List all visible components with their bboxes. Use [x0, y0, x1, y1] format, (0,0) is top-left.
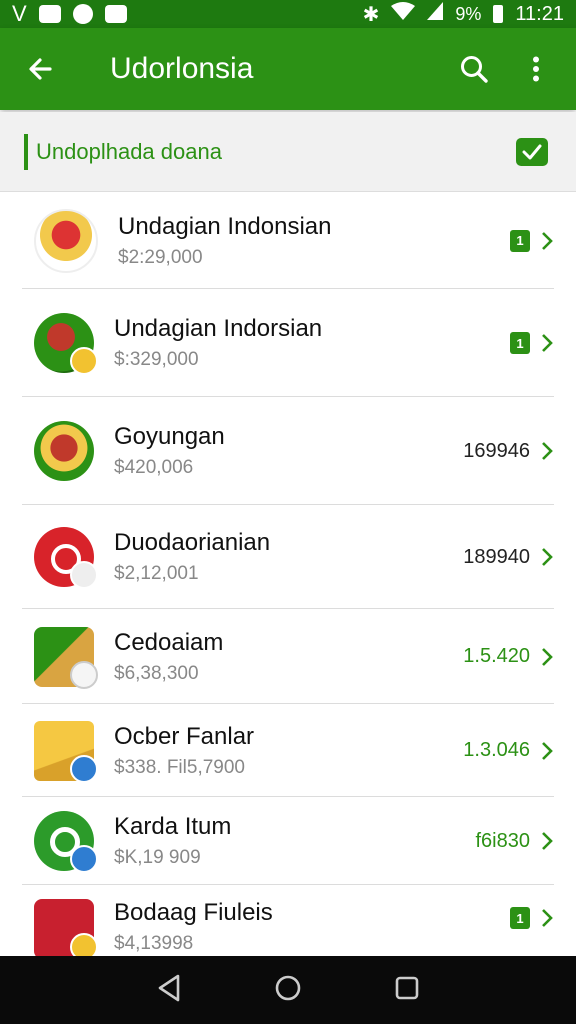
more-vert-icon[interactable] [514, 47, 558, 91]
status-carrier-letter: V [12, 1, 27, 26]
notification-icon [38, 5, 61, 23]
item-value: 1.5.420 [463, 645, 530, 667]
item-avatar [34, 208, 98, 273]
item-name: Undagian Indorsian [114, 315, 323, 342]
list-item[interactable]: Undagian Indorsian $:329,000 1 [0, 289, 576, 397]
item-name: Ocber Fanlar [114, 722, 255, 750]
item-value: 169946 [463, 439, 530, 462]
nav-recents-icon[interactable] [394, 975, 420, 1006]
item-amount: $338. Fil5,7900 [114, 756, 245, 778]
search-icon[interactable] [452, 47, 496, 91]
chevron-right-icon[interactable] [540, 547, 554, 567]
item-value: f6i830 [475, 829, 531, 852]
status-left: V [12, 1, 127, 27]
plane-badge-icon [70, 754, 98, 783]
arrow-badge-icon [70, 845, 98, 873]
share-badge-icon [70, 660, 98, 689]
chevron-right-icon[interactable] [540, 647, 554, 667]
notification-icon-2 [72, 4, 93, 24]
item-name: Cedoaiam [114, 628, 224, 656]
item-value: 1.3.046 [463, 739, 530, 761]
item-amount: $:329,000 [114, 349, 199, 370]
item-badge: 1 [510, 907, 530, 929]
item-name: Undagian Indonsian [118, 212, 332, 240]
item-amount: $2,12,001 [114, 563, 199, 584]
chevron-right-icon[interactable] [540, 831, 554, 851]
item-amount: $K,19 909 [114, 847, 201, 868]
app-bar: Udorlonsia [0, 28, 576, 110]
clock: 11:21 [515, 2, 564, 25]
notification-icon-3 [104, 5, 127, 23]
item-amount: $2:29,000 [118, 246, 203, 268]
system-nav-bar [0, 956, 576, 1024]
wifi-icon [391, 2, 416, 26]
item-amount: $6,38,300 [114, 662, 199, 684]
item-avatar [34, 626, 98, 689]
list-item[interactable]: Undagian Indonsian $2:29,000 1 [0, 192, 576, 289]
item-amount: $420,006 [114, 457, 194, 478]
battery-text: 9% [455, 3, 482, 24]
status-bar: V ✱ 9% 11:21 [0, 0, 576, 28]
chevron-right-icon[interactable] [540, 333, 554, 353]
nav-back-icon[interactable] [156, 974, 182, 1007]
chevron-right-icon[interactable] [540, 908, 554, 928]
list-item[interactable]: Bodaag Fiuleis $4,13998 1 [0, 885, 576, 965]
chevron-right-icon[interactable] [540, 441, 554, 461]
item-avatar [34, 527, 98, 589]
item-value: 189940 [463, 545, 530, 568]
item-avatar [34, 720, 98, 783]
item-avatar [34, 421, 94, 481]
back-arrow-icon[interactable] [18, 47, 62, 91]
item-amount: $4,13998 [114, 933, 194, 954]
item-name: Bodaag Fiuleis [114, 899, 273, 926]
item-name: Goyungan [114, 423, 225, 450]
status-right: ✱ 9% 11:21 [363, 2, 564, 27]
item-avatar [34, 899, 98, 961]
face-badge-icon [70, 561, 98, 589]
page-title: Udorlonsia [110, 52, 254, 85]
filter-header: Undoplhada doana [0, 112, 576, 192]
signal-icon [427, 2, 444, 26]
chevron-right-icon[interactable] [540, 231, 554, 251]
list-item[interactable]: Duodaorianian $2,12,001 189940 [0, 505, 576, 609]
checkbox-checked-icon[interactable] [516, 137, 548, 166]
item-list: Undagian Indonsian $2:29,000 1 Undagian … [0, 192, 576, 965]
list-item[interactable]: Ocber Fanlar $338. Fil5,7900 1.3.046 [0, 704, 576, 797]
list-item[interactable]: Cedoaiam $6,38,300 1.5.420 [0, 609, 576, 704]
item-avatar [34, 811, 98, 873]
item-avatar [34, 313, 98, 375]
item-badge: 1 [510, 229, 530, 252]
bluetooth-icon: ✱ [362, 3, 380, 26]
nav-home-icon[interactable] [274, 974, 302, 1007]
item-badge: 1 [510, 332, 530, 354]
list-item[interactable]: Karda Itum $K,19 909 f6i830 [0, 797, 576, 885]
accent-bar [24, 133, 28, 170]
filter-label: Undoplhada doana [36, 138, 222, 164]
item-name: Duodaorianian [114, 529, 271, 556]
battery-icon [493, 5, 504, 23]
coin-badge-icon [70, 347, 98, 375]
chevron-right-icon[interactable] [540, 741, 554, 761]
item-name: Karda Itum [114, 813, 232, 840]
list-item[interactable]: Goyungan $420,006 169946 [0, 397, 576, 505]
